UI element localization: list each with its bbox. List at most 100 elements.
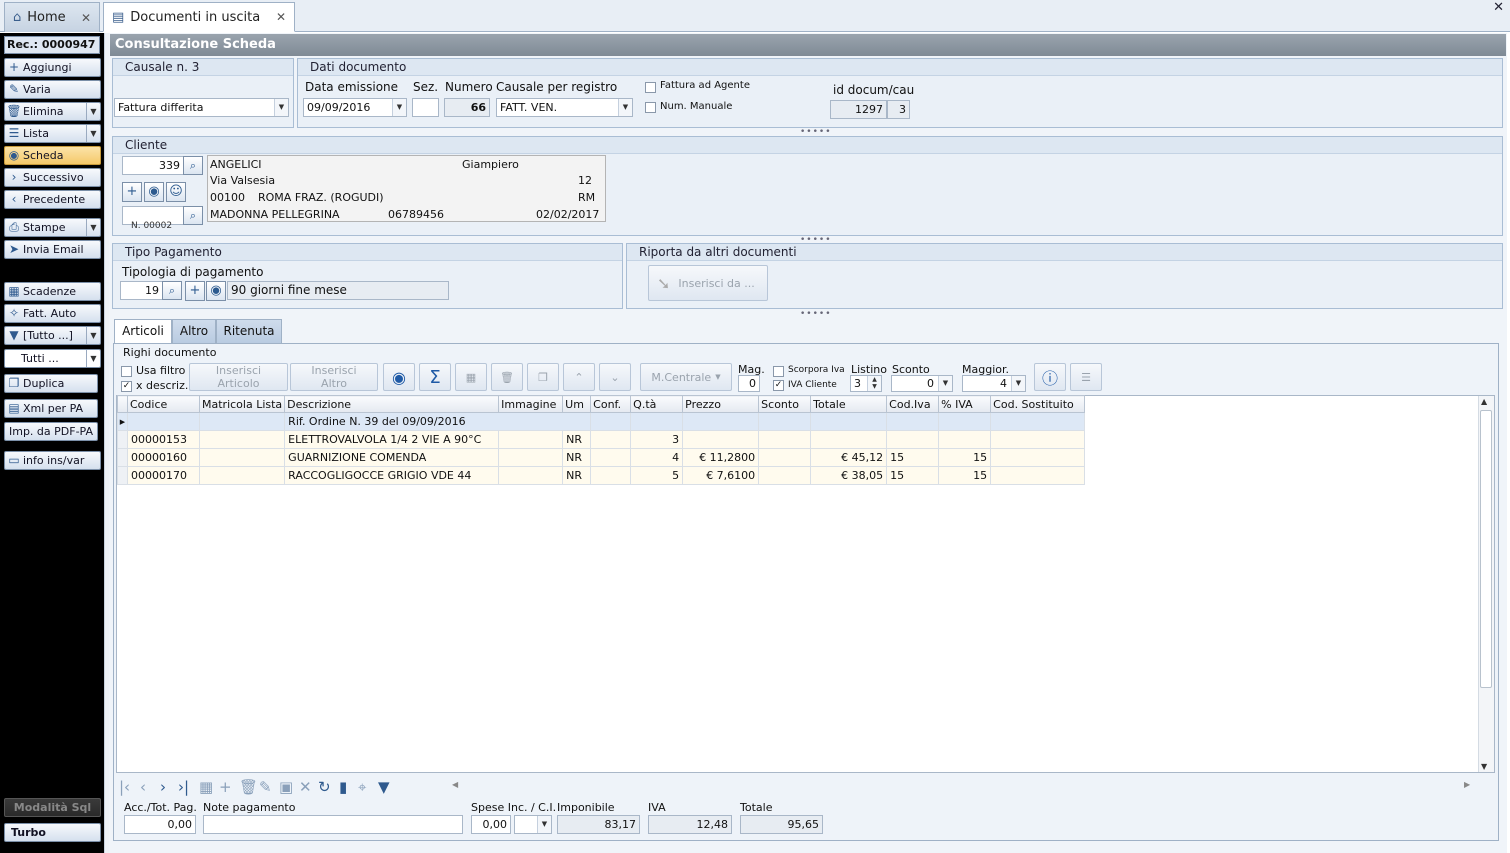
plus-icon[interactable]: + bbox=[219, 778, 232, 796]
m-centrale-button[interactable]: M.Centrale ▼ bbox=[640, 363, 732, 391]
spese-ci-select[interactable]: ▼ bbox=[514, 815, 552, 834]
scroll-down-icon[interactable]: ▼ bbox=[1481, 762, 1487, 771]
rif-ordine-cell[interactable]: Rif. Ordine N. 39 del 09/09/2016 bbox=[284, 412, 592, 431]
sigma-icon[interactable]: Σ bbox=[419, 363, 451, 391]
list-button[interactable]: ☰ Lista ▼ bbox=[4, 124, 101, 143]
chevron-down-icon[interactable]: ▼ bbox=[537, 816, 551, 833]
xml-pa-button[interactable]: ▤ Xml per PA bbox=[4, 399, 98, 418]
x-descriz-checkbox[interactable]: ✓ bbox=[121, 381, 132, 392]
search-icon[interactable]: ⌕ bbox=[162, 281, 182, 300]
acc-field[interactable]: 0,00 bbox=[124, 815, 196, 834]
inserisci-articolo-button[interactable]: Inserisci Articolo bbox=[189, 363, 288, 391]
tab-home[interactable]: ⌂ Home ✕ bbox=[4, 2, 100, 32]
cancel-icon[interactable]: ✕ bbox=[299, 778, 312, 796]
filter-icon[interactable]: ▼ bbox=[378, 778, 390, 796]
col-qta[interactable]: Q.tà bbox=[630, 395, 684, 413]
copy-icon[interactable]: ❐ bbox=[527, 363, 559, 391]
chevron-down-icon[interactable]: ▼ bbox=[86, 125, 100, 142]
user-icon[interactable]: ☺ bbox=[166, 182, 186, 202]
cell-codice[interactable]: 00000160 bbox=[127, 448, 200, 467]
menu-icon[interactable]: ☰ bbox=[1070, 363, 1102, 391]
search-icon[interactable]: ⌕ bbox=[183, 156, 203, 175]
previous-button[interactable]: ‹ Precedente bbox=[4, 190, 101, 209]
plus-icon[interactable]: + bbox=[122, 182, 142, 202]
col-codice[interactable]: Codice bbox=[127, 395, 200, 413]
cell-qta[interactable]: 5 bbox=[630, 466, 684, 485]
spese-field[interactable]: 0,00 bbox=[471, 815, 511, 834]
close-icon[interactable]: ✕ bbox=[276, 10, 286, 24]
filter-button[interactable]: ▼ [Tutto ...] ▼ bbox=[4, 326, 101, 345]
duplica-button[interactable]: ❐ Duplica bbox=[4, 374, 98, 393]
modalita-sql-button[interactable]: Modalità Sql bbox=[4, 798, 101, 817]
print-button[interactable]: ⎙ Stampe ▼ bbox=[4, 218, 101, 237]
filter-select[interactable]: Tutti ... ▼ bbox=[4, 349, 101, 368]
inserisci-altro-button[interactable]: Inserisci Altro bbox=[290, 363, 378, 391]
target-icon[interactable]: ⌖ bbox=[358, 778, 366, 796]
send-email-button[interactable]: ➤ Invia Email bbox=[4, 240, 101, 259]
cell-descrizione[interactable]: RACCOGLIGOCCE GRIGIO VDE 44 bbox=[284, 466, 500, 485]
cell-um[interactable]: NR bbox=[562, 466, 592, 485]
refresh-icon[interactable]: ↻ bbox=[318, 778, 331, 796]
col-sconto[interactable]: Sconto bbox=[758, 395, 812, 413]
chevron-down-icon[interactable]: ▼ bbox=[938, 376, 952, 391]
next-record-icon[interactable]: › bbox=[160, 778, 166, 796]
note-field[interactable] bbox=[203, 815, 463, 834]
col-cod-sostituito[interactable]: Cod. Sostituito bbox=[990, 395, 1086, 413]
chevron-down-icon[interactable]: ▼ bbox=[86, 350, 100, 367]
tab-articoli[interactable]: Articoli bbox=[114, 319, 172, 343]
data-emissione-field[interactable]: 09/09/2016 ▼ bbox=[303, 98, 407, 117]
cell-perc-iva[interactable] bbox=[938, 430, 992, 449]
trash-icon[interactable]: 🗑 bbox=[239, 778, 258, 796]
previous-record-icon[interactable]: ‹ bbox=[140, 778, 146, 796]
causale-select[interactable]: Fattura differita ▼ bbox=[114, 98, 289, 117]
chevron-down-icon[interactable]: ▼ bbox=[86, 219, 100, 236]
pencil-icon[interactable]: ✎ bbox=[259, 778, 272, 796]
sez-field[interactable] bbox=[412, 98, 439, 117]
scroll-right-icon[interactable]: ▶ bbox=[1464, 780, 1470, 789]
cell-descrizione[interactable]: GUARNIZIONE COMENDA bbox=[284, 448, 500, 467]
col-um[interactable]: Um bbox=[562, 395, 592, 413]
cell-cod-iva[interactable]: 15 bbox=[886, 466, 940, 485]
fatt-auto-button[interactable]: ✧ Fatt. Auto bbox=[4, 304, 101, 323]
table-row[interactable]: 00000153 ELETTROVALVOLA 1/4 2 VIE A 90°C… bbox=[117, 430, 1086, 449]
table-row[interactable]: 00000160 GUARNIZIONE COMENDA NR 4 € 11,2… bbox=[117, 448, 1086, 467]
cell-um[interactable]: NR bbox=[562, 448, 592, 467]
window-close-button[interactable]: ✕ bbox=[1493, 0, 1504, 15]
chevron-down-icon[interactable]: ▼ bbox=[86, 103, 100, 120]
scadenze-button[interactable]: ▦ Scadenze bbox=[4, 282, 101, 301]
chevron-down-icon[interactable]: ▼ bbox=[274, 99, 288, 116]
info-ins-var-button[interactable]: ▭ info ins/var bbox=[4, 451, 101, 470]
first-record-icon[interactable]: |‹ bbox=[119, 778, 130, 796]
spinner-icon[interactable]: ▲ ▼ bbox=[867, 376, 881, 391]
cell-prezzo[interactable] bbox=[682, 430, 760, 449]
chevron-down-icon[interactable]: ▼ bbox=[1011, 376, 1025, 391]
cell-descrizione[interactable]: ELETTROVALVOLA 1/4 2 VIE A 90°C bbox=[284, 430, 500, 449]
grid-icon[interactable]: ▦ bbox=[199, 778, 213, 796]
turbo-button[interactable]: Turbo bbox=[4, 823, 101, 842]
tab-documenti[interactable]: ▤ Documenti in uscita ✕ bbox=[103, 2, 295, 32]
chevron-down-icon[interactable]: ▼ bbox=[392, 99, 406, 116]
cell-codice[interactable]: 00000170 bbox=[127, 466, 200, 485]
cell-cod-iva[interactable]: 15 bbox=[886, 448, 940, 467]
chevron-down-icon[interactable]: ⌄ bbox=[599, 363, 631, 391]
trash-icon[interactable]: 🗑 bbox=[491, 363, 523, 391]
mag-field[interactable]: 0 bbox=[738, 375, 760, 392]
close-icon[interactable]: ✕ bbox=[81, 11, 91, 25]
delete-button[interactable]: 🗑 Elimina ▼ bbox=[4, 102, 101, 121]
num-manuale-checkbox[interactable] bbox=[645, 102, 656, 113]
fattura-agente-checkbox[interactable] bbox=[645, 82, 656, 93]
next-button[interactable]: › Successivo bbox=[4, 168, 101, 187]
cell-prezzo[interactable]: € 7,6100 bbox=[682, 466, 760, 485]
col-perc-iva[interactable]: % IVA bbox=[938, 395, 992, 413]
plus-icon[interactable]: + bbox=[185, 281, 205, 301]
cell-totale[interactable]: € 45,12 bbox=[810, 448, 888, 467]
cell-prezzo[interactable]: € 11,2800 bbox=[682, 448, 760, 467]
col-matricola[interactable]: Matricola Lista bbox=[198, 395, 286, 413]
grid-icon[interactable]: ▦ bbox=[455, 363, 487, 391]
pagamento-code-field[interactable]: 19 bbox=[120, 281, 163, 300]
add-button[interactable]: + Aggiungi bbox=[4, 58, 101, 77]
eye-icon[interactable]: ◉ bbox=[206, 281, 226, 301]
bookmark-icon[interactable]: ▮ bbox=[339, 778, 347, 796]
col-conf[interactable]: Conf. bbox=[590, 395, 632, 413]
cell-perc-iva[interactable]: 15 bbox=[938, 466, 992, 485]
